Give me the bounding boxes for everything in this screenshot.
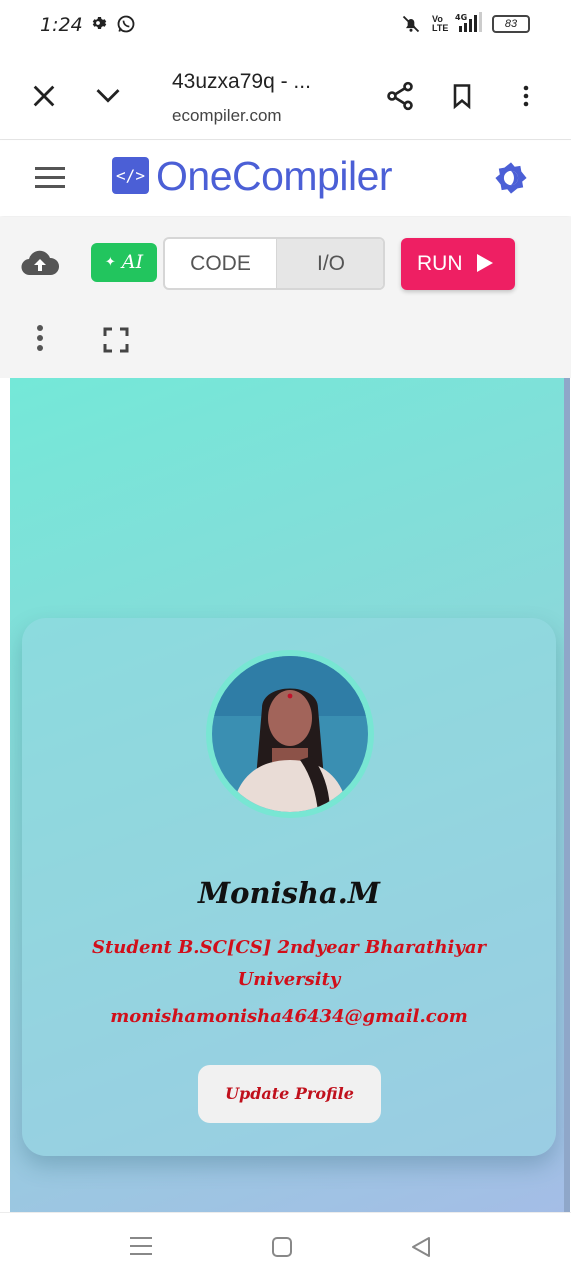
recents-menu-icon[interactable] <box>130 1236 152 1261</box>
page-title[interactable]: 43uzxa79q - ... <box>172 70 311 94</box>
battery-icon: 83 <box>492 15 530 33</box>
system-nav-bar <box>0 1212 571 1280</box>
update-profile-button[interactable]: Update Profile <box>198 1065 381 1123</box>
status-bar: 1:24 Vo LTE 4G 83 <box>0 0 571 50</box>
brand-name[interactable]: OneCompiler <box>156 153 393 200</box>
mute-bell-icon <box>401 14 421 39</box>
run-label: RUN <box>417 252 463 275</box>
app-header: </> OneCompiler <box>0 141 571 216</box>
volte-icon: Vo LTE <box>432 14 449 33</box>
output-preview: Monisha.M Student B.SC[CS] 2ndyear Bhara… <box>10 378 568 1212</box>
view-switch: CODE I/O <box>163 237 385 290</box>
status-time: 1:24 <box>40 14 83 36</box>
chevron-down-icon[interactable] <box>92 82 124 115</box>
home-icon[interactable] <box>271 1236 293 1263</box>
profile-email: monishamonisha46434@gmail.com <box>110 1006 468 1027</box>
avatar <box>206 650 374 818</box>
fullscreen-icon[interactable] <box>103 327 129 358</box>
theme-toggle-icon[interactable] <box>494 161 528 200</box>
output-scrollbar[interactable] <box>564 378 570 1212</box>
settings-gear-icon <box>89 14 107 37</box>
profile-bio: Student B.SC[CS] 2ndyear Bharathiyar Uni… <box>91 937 486 990</box>
ai-label: AI <box>121 251 144 273</box>
more-vert-icon[interactable] <box>514 80 538 117</box>
more-options-icon[interactable] <box>28 323 52 360</box>
svg-text:4G: 4G <box>455 13 467 22</box>
avatar-photo <box>212 656 368 812</box>
signal-icon: 4G <box>455 12 485 39</box>
cloud-upload-icon[interactable] <box>20 247 60 284</box>
browser-toolbar: 43uzxa79q - ... ecompiler.com <box>0 50 571 140</box>
bookmark-icon[interactable] <box>448 80 476 117</box>
brand-logo[interactable]: </> <box>112 157 149 194</box>
ai-button[interactable]: ✦ AI <box>91 243 157 282</box>
back-icon[interactable] <box>410 1236 432 1263</box>
editor-toolbar: ✦ AI CODE I/O RUN <box>0 217 571 378</box>
tab-io[interactable]: I/O <box>276 239 383 288</box>
play-icon <box>477 254 494 272</box>
page-domain[interactable]: ecompiler.com <box>172 106 282 126</box>
run-button[interactable]: RUN <box>401 238 515 290</box>
share-icon[interactable] <box>384 80 416 117</box>
profile-name: Monisha.M <box>198 876 380 910</box>
sparkle-icon: ✦ <box>104 255 116 270</box>
hamburger-menu-icon[interactable] <box>35 164 67 197</box>
close-icon[interactable] <box>30 82 58 115</box>
whatsapp-icon <box>116 14 136 39</box>
tab-code[interactable]: CODE <box>165 239 276 288</box>
